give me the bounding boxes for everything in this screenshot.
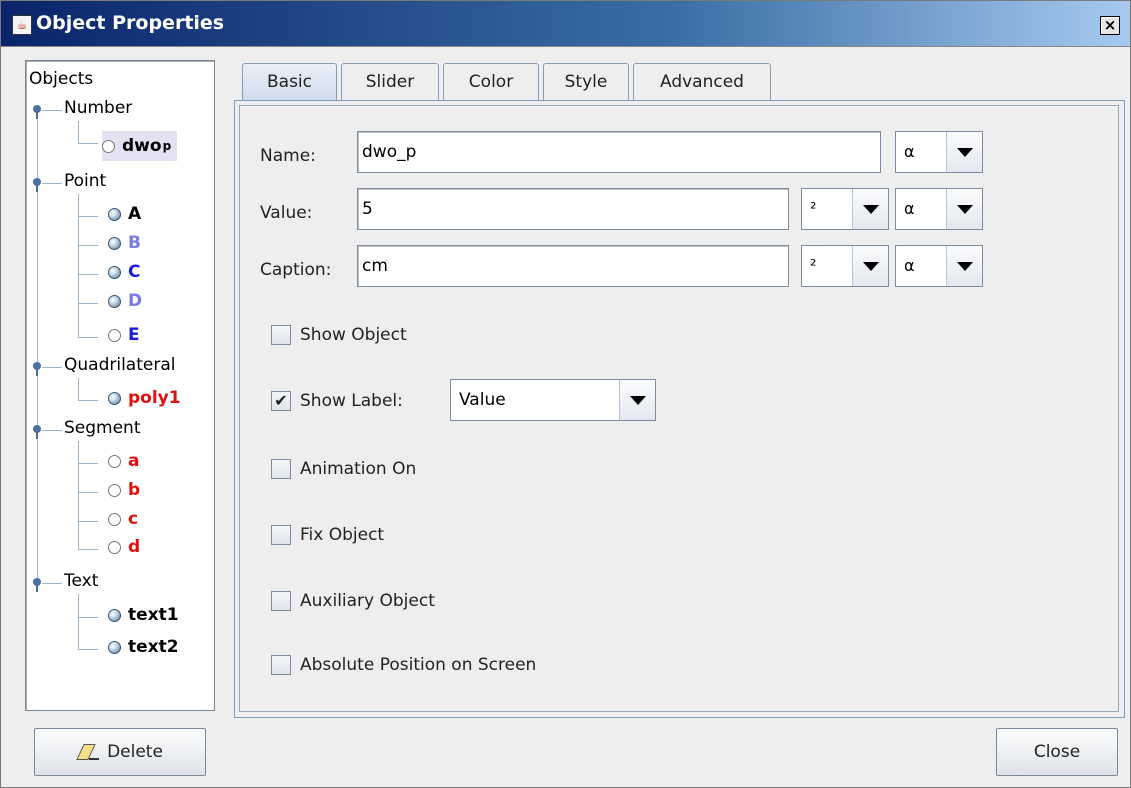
tree-item-text1[interactable]: text1: [108, 605, 179, 625]
tree-item-text2[interactable]: text2: [108, 637, 179, 657]
auxiliary-object-checkbox[interactable]: Auxiliary Object: [271, 591, 435, 611]
object-tree[interactable]: Objects Number dwo p Point A B C D E Quad…: [25, 60, 215, 711]
checkbox-icon[interactable]: [271, 459, 291, 479]
tree-item-D[interactable]: D: [108, 291, 142, 311]
value-field[interactable]: 5: [357, 188, 789, 230]
tree-category-number[interactable]: Number: [64, 98, 132, 118]
close-window-button[interactable]: ×: [1100, 16, 1120, 35]
tree-item-poly1[interactable]: poly1: [108, 388, 181, 408]
expand-handle-icon[interactable]: [32, 425, 42, 439]
checkbox-icon[interactable]: [271, 525, 291, 545]
absolute-position-checkbox[interactable]: Absolute Position on Screen: [271, 655, 536, 675]
tree-root-label: Objects: [29, 69, 94, 89]
hidden-object-icon: [108, 540, 121, 554]
tab-slider[interactable]: Slider: [341, 63, 439, 101]
visible-object-icon: [108, 608, 121, 622]
value-power-dropdown[interactable]: ²: [801, 188, 889, 230]
delete-button[interactable]: Delete: [34, 728, 206, 776]
chevron-down-icon[interactable]: [852, 189, 888, 229]
chevron-down-icon[interactable]: [946, 189, 982, 229]
visible-object-icon: [108, 236, 121, 250]
name-label: Name:: [260, 146, 316, 166]
tree-category-quadrilateral[interactable]: Quadrilateral: [64, 355, 175, 375]
tree-item-C[interactable]: C: [108, 262, 140, 282]
expand-handle-icon[interactable]: [32, 178, 42, 192]
chevron-down-icon[interactable]: [946, 132, 982, 172]
object-properties-window: ☕ Object Properties × Objects Number dwo…: [0, 0, 1131, 788]
fix-object-checkbox[interactable]: Fix Object: [271, 525, 384, 545]
tree-item-b[interactable]: b: [108, 480, 140, 500]
tree-item-E[interactable]: E: [108, 325, 140, 345]
visible-object-icon: [108, 294, 121, 308]
caption-label: Caption:: [260, 260, 332, 280]
name-field[interactable]: dwo_p: [357, 131, 881, 173]
tree-item-B[interactable]: B: [108, 233, 141, 253]
show-label-dropdown[interactable]: Value: [450, 379, 656, 421]
title-bar: ☕ Object Properties ×: [1, 1, 1130, 47]
tab-style[interactable]: Style: [543, 63, 629, 101]
java-cup-icon: ☕: [12, 15, 32, 35]
hidden-object-icon: [102, 139, 115, 153]
show-object-checkbox[interactable]: Show Object: [271, 325, 407, 345]
eraser-icon: [76, 742, 100, 762]
hidden-object-icon: [108, 328, 121, 342]
expand-handle-icon[interactable]: [32, 578, 42, 592]
tab-advanced[interactable]: Advanced: [633, 63, 771, 101]
chevron-down-icon[interactable]: [852, 246, 888, 286]
value-symbol-dropdown[interactable]: α: [895, 188, 983, 230]
checkbox-icon[interactable]: [271, 325, 291, 345]
chevron-down-icon[interactable]: [946, 246, 982, 286]
tree-item-A[interactable]: A: [108, 204, 141, 224]
chevron-down-icon[interactable]: [619, 380, 655, 420]
caption-symbol-dropdown[interactable]: α: [895, 245, 983, 287]
checkbox-icon[interactable]: [271, 591, 291, 611]
hidden-object-icon: [108, 512, 121, 526]
tree-category-point[interactable]: Point: [64, 171, 106, 191]
tree-item-dwo-p[interactable]: dwo p: [102, 131, 178, 161]
hidden-object-icon: [108, 454, 121, 468]
visible-object-icon: [108, 265, 121, 279]
close-button[interactable]: Close: [996, 728, 1118, 776]
expand-handle-icon[interactable]: [32, 105, 42, 119]
visible-object-icon: [108, 391, 121, 405]
tab-color[interactable]: Color: [443, 63, 539, 101]
visible-object-icon: [108, 207, 121, 221]
caption-field[interactable]: cm: [357, 245, 789, 287]
show-label-checkbox[interactable]: ✔ Show Label:: [271, 391, 403, 411]
tree-category-segment[interactable]: Segment: [64, 418, 141, 438]
expand-handle-icon[interactable]: [32, 362, 42, 376]
window-title: Object Properties: [36, 12, 225, 34]
checkmark-icon[interactable]: ✔: [271, 391, 291, 411]
checkbox-icon[interactable]: [271, 655, 291, 675]
hidden-object-icon: [108, 483, 121, 497]
animation-on-checkbox[interactable]: Animation On: [271, 459, 416, 479]
caption-power-dropdown[interactable]: ²: [801, 245, 889, 287]
tab-basic[interactable]: Basic: [242, 63, 337, 102]
name-symbol-dropdown[interactable]: α: [895, 131, 983, 173]
tree-item-a[interactable]: a: [108, 451, 139, 471]
tree-item-c[interactable]: c: [108, 509, 138, 529]
visible-object-icon: [108, 640, 121, 654]
value-label: Value:: [260, 203, 313, 223]
tree-category-text[interactable]: Text: [64, 571, 98, 591]
tree-item-d[interactable]: d: [108, 537, 140, 557]
